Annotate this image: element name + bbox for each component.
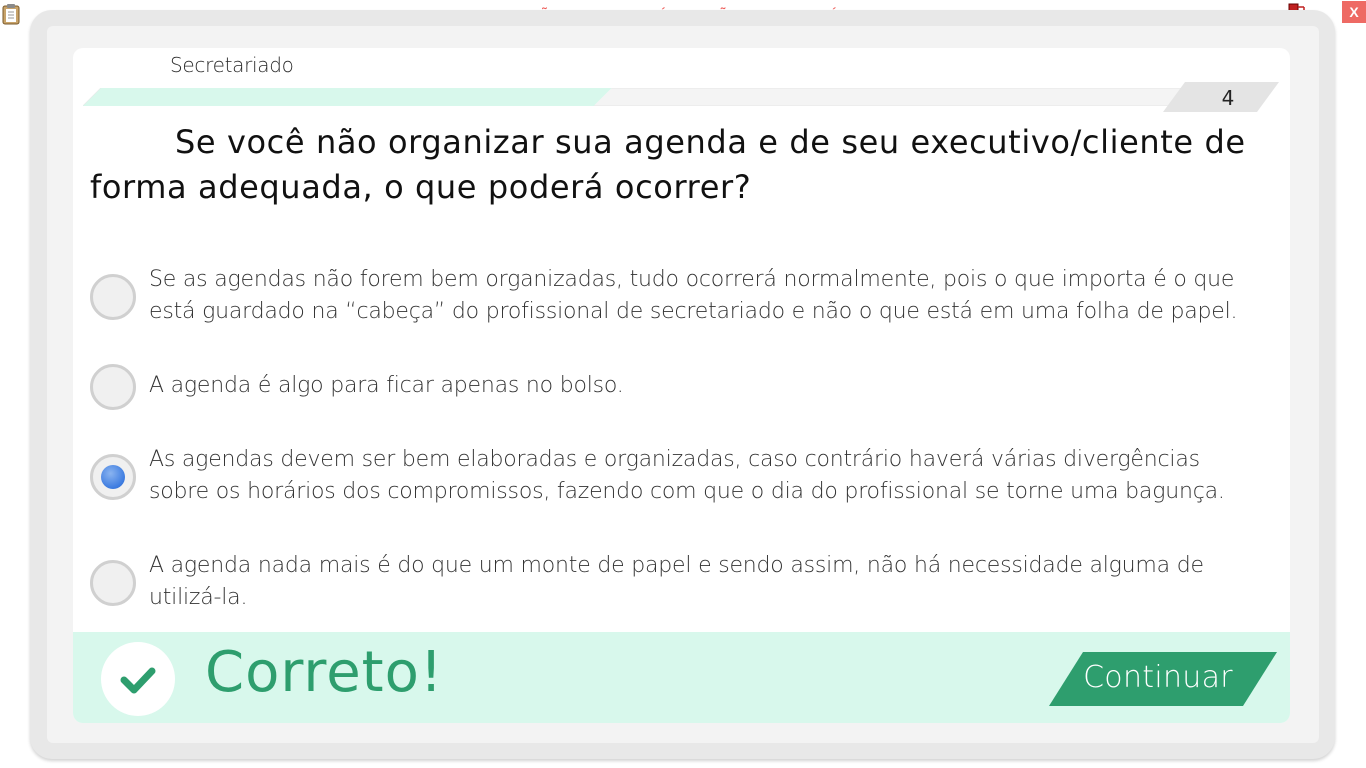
progress-bar <box>83 88 1193 106</box>
radio-button[interactable] <box>90 274 136 320</box>
question-card: Secretariado 4 Se você não organizar sua… <box>73 48 1290 723</box>
close-button[interactable]: X <box>1342 1 1366 23</box>
answer-option-text: As agendas devem ser bem elaboradas e or… <box>149 447 1225 504</box>
answer-option-text: Se as agendas não forem bem organizadas,… <box>149 267 1238 324</box>
checkmark-icon <box>101 642 175 716</box>
feedback-bar: Correto! Continuar <box>73 632 1290 723</box>
question-text: Se você não organizar sua agenda e de se… <box>90 123 1246 206</box>
result-label: Correto! <box>205 640 444 705</box>
page-number: 4 <box>1221 86 1235 110</box>
radio-button[interactable] <box>90 364 136 410</box>
clipboard-icon[interactable] <box>2 3 20 25</box>
subject-title: Secretariado <box>170 53 294 77</box>
quiz-window: Secretariado 4 Se você não organizar sua… <box>30 10 1335 759</box>
radio-button-selected[interactable] <box>90 454 136 500</box>
radio-button[interactable] <box>90 560 136 606</box>
progress-fill <box>83 88 612 106</box>
continue-button-label[interactable]: Continuar <box>1083 660 1233 695</box>
quiz-inner-frame: Secretariado 4 Se você não organizar sua… <box>47 26 1319 743</box>
answer-option-text: A agenda nada mais é do que um monte de … <box>149 553 1204 610</box>
answer-option-text: A agenda é algo para ficar apenas no bol… <box>149 373 624 398</box>
